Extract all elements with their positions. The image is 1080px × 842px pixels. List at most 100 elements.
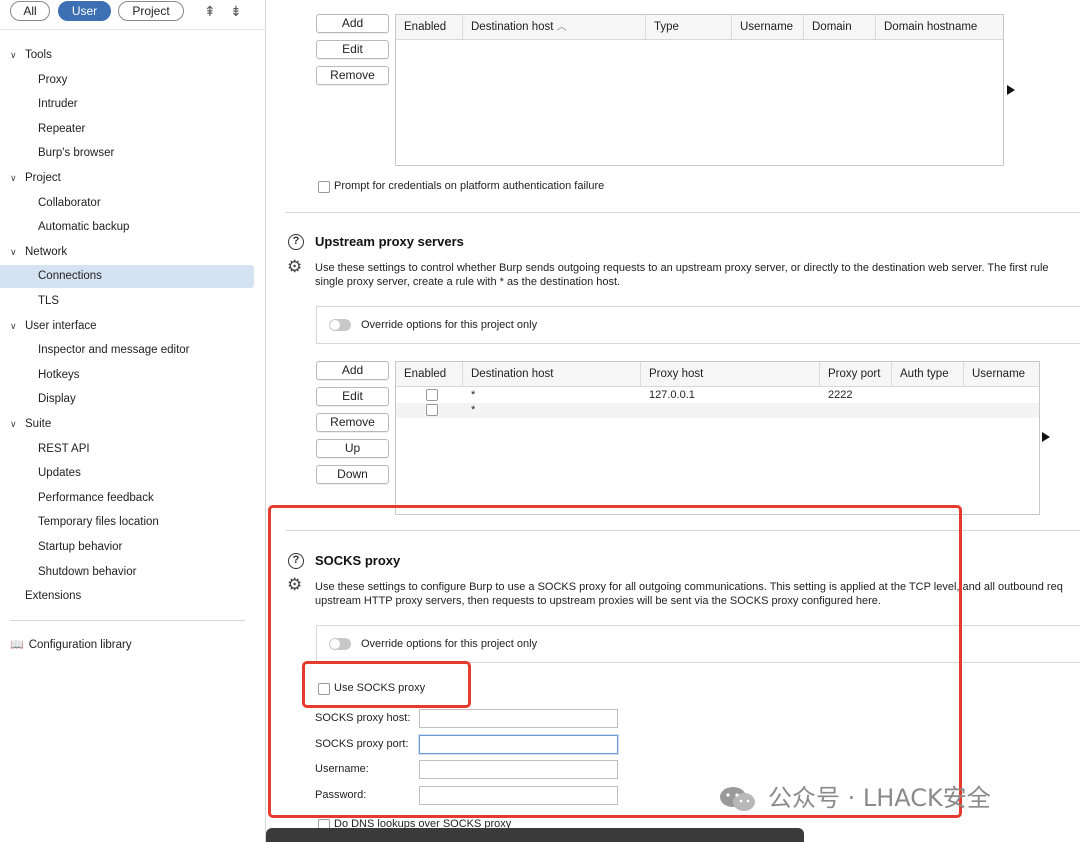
column-header[interactable]: Proxy port <box>820 362 892 387</box>
sidebar-item-inspector-and-message-editor[interactable]: Inspector and message editor <box>0 339 265 362</box>
sidebar-item-label: Performance feedback <box>38 491 154 504</box>
column-header[interactable]: Enabled <box>396 362 463 387</box>
configuration-library-link[interactable]: 📖 Configuration library <box>10 636 132 654</box>
column-header[interactable]: Domain <box>804 15 876 40</box>
chevron-down-icon[interactable]: ∨ <box>10 241 17 264</box>
chevron-down-icon[interactable]: ∨ <box>10 315 17 338</box>
table-row[interactable]: * 127.0.0.1 2222 <box>396 388 1039 403</box>
upstream-remove-button[interactable]: Remove <box>316 413 389 432</box>
column-header[interactable]: Proxy host <box>641 362 820 387</box>
sidebar-item-label: Shutdown behavior <box>38 565 137 578</box>
sidebar-item-tools[interactable]: ∨ Tools <box>0 44 265 67</box>
sidebar-item-label: Network <box>25 245 68 258</box>
row-proxy-host: 127.0.0.1 <box>649 389 695 401</box>
sidebar-item-label: Connections <box>38 270 102 283</box>
row-enabled-checkbox[interactable] <box>426 404 438 416</box>
sidebar-item-intruder[interactable]: Intruder <box>0 93 265 116</box>
sidebar-item-automatic-backup[interactable]: Automatic backup <box>0 216 265 239</box>
sidebar-item-label: Display <box>38 393 76 406</box>
sidebar-item-startup-behavior[interactable]: Startup behavior <box>0 536 265 559</box>
column-header[interactable]: Destination host <box>463 362 641 387</box>
platform-auth-table[interactable]: Enabled Destination host ︿ Type Username… <box>395 14 1004 166</box>
column-header[interactable]: Auth type <box>892 362 964 387</box>
sidebar-item-repeater[interactable]: Repeater <box>0 118 265 141</box>
upstream-description-line1: Use these settings to control whether Bu… <box>315 262 1049 274</box>
settings-sidebar: All User Project ⇞ ⇟ ∨ Tools Proxy Intruder… <box>0 0 266 842</box>
scope-project-tab[interactable]: Project <box>118 1 184 21</box>
upstream-proxy-title: Upstream proxy servers <box>315 234 464 249</box>
row-enabled-checkbox[interactable] <box>426 389 438 401</box>
sort-ascending-icon: ︿ <box>556 22 567 33</box>
column-header-destination-host[interactable]: Destination host ︿ <box>463 15 646 40</box>
upstream-edit-button[interactable]: Edit <box>316 387 389 406</box>
sidebar-item-collaborator[interactable]: Collaborator <box>0 192 265 215</box>
sidebar-item-hotkeys[interactable]: Hotkeys <box>0 364 265 387</box>
column-header[interactable]: Username <box>964 362 1039 387</box>
sidebar-item-tls[interactable]: TLS <box>0 290 265 313</box>
column-header[interactable]: Domain hostname <box>876 15 1003 40</box>
sidebar-item-label: Burp's browser <box>38 147 115 160</box>
sidebar-item-label: Inspector and message editor <box>38 344 190 357</box>
help-icon[interactable]: ? <box>288 234 304 250</box>
row-destination-host: * <box>471 404 476 416</box>
sidebar-item-label: Temporary files location <box>38 516 159 529</box>
chevron-down-icon[interactable]: ∨ <box>10 413 17 436</box>
upstream-override-panel: Override options for this project only <box>316 306 1080 344</box>
chevron-down-icon[interactable]: ∨ <box>10 44 17 67</box>
sidebar-item-label: Startup behavior <box>38 541 123 553</box>
sidebar-item-extensions[interactable]: Extensions <box>0 585 265 608</box>
sidebar-item-label: Collaborator <box>38 196 101 209</box>
sidebar-item-label: Suite <box>25 418 52 430</box>
scope-all-tab[interactable]: All <box>10 1 50 21</box>
scroll-right-arrow-icon[interactable] <box>1042 432 1050 442</box>
upstream-down-button[interactable]: Down <box>316 465 389 484</box>
wechat-logo-icon <box>720 787 755 811</box>
platform-auth-add-button[interactable]: Add <box>316 14 389 33</box>
sidebar-item-label: User interface <box>25 319 97 332</box>
collapse-all-icon[interactable]: ⇟ <box>230 3 242 20</box>
sidebar-item-connections[interactable]: Connections <box>0 265 254 289</box>
sidebar-item-shutdown-behavior[interactable]: Shutdown behavior <box>0 561 265 584</box>
chevron-down-icon[interactable]: ∨ <box>10 167 17 190</box>
column-header[interactable]: Enabled <box>396 15 463 40</box>
sidebar-item-rest-api[interactable]: REST API <box>0 438 265 461</box>
upstream-table-header: Enabled Destination host Proxy host Prox… <box>396 362 1039 387</box>
sidebar-item-label: Proxy <box>38 73 68 86</box>
sidebar-divider <box>10 620 245 621</box>
sidebar-item-label: Tools <box>25 49 52 61</box>
upstream-override-toggle[interactable] <box>329 319 351 331</box>
sidebar-item-label: Hotkeys <box>38 368 80 381</box>
sidebar-item-label: Project <box>25 172 61 184</box>
sidebar-item-user-interface[interactable]: ∨ User interface <box>0 315 265 338</box>
prompt-credentials-label: Prompt for credentials on platform authe… <box>334 180 605 192</box>
scope-user-tab[interactable]: User <box>58 1 111 21</box>
prompt-credentials-checkbox[interactable] <box>318 181 330 193</box>
platform-auth-table-header: Enabled Destination host ︿ Type Username… <box>396 15 1003 40</box>
gear-icon[interactable]: ⚙ <box>287 258 302 275</box>
platform-auth-edit-button[interactable]: Edit <box>316 40 389 59</box>
table-row[interactable]: * <box>396 403 1039 418</box>
scope-filter-bar: All User Project ⇞ ⇟ <box>0 0 265 30</box>
upstream-override-label: Override options for this project only <box>361 319 538 331</box>
sidebar-item-performance-feedback[interactable]: Performance feedback <box>0 487 265 510</box>
sidebar-item-display[interactable]: Display <box>0 388 265 411</box>
sidebar-item-proxy[interactable]: Proxy <box>0 69 265 92</box>
sidebar-item-label: Automatic backup <box>38 221 130 234</box>
upstream-up-button[interactable]: Up <box>316 439 389 458</box>
platform-auth-remove-button[interactable]: Remove <box>316 66 389 85</box>
sidebar-item-temporary-files-location[interactable]: Temporary files location <box>0 511 265 534</box>
expand-all-icon[interactable]: ⇞ <box>204 3 216 20</box>
configuration-library-label: Configuration library <box>28 639 132 651</box>
row-destination-host: * <box>471 389 476 401</box>
upstream-rules-table[interactable]: Enabled Destination host Proxy host Prox… <box>395 361 1040 515</box>
book-icon: 📖 <box>10 639 24 651</box>
sidebar-item-suite[interactable]: ∨ Suite <box>0 413 265 436</box>
sidebar-item-project[interactable]: ∨ Project <box>0 167 265 190</box>
scroll-right-arrow-icon[interactable] <box>1007 85 1015 95</box>
sidebar-item-burp-s-browser[interactable]: Burp's browser <box>0 142 265 165</box>
column-header[interactable]: Type <box>646 15 732 40</box>
sidebar-item-updates[interactable]: Updates <box>0 462 265 485</box>
column-header[interactable]: Username <box>732 15 804 40</box>
upstream-add-button[interactable]: Add <box>316 361 389 380</box>
sidebar-item-network[interactable]: ∨ Network <box>0 241 265 264</box>
